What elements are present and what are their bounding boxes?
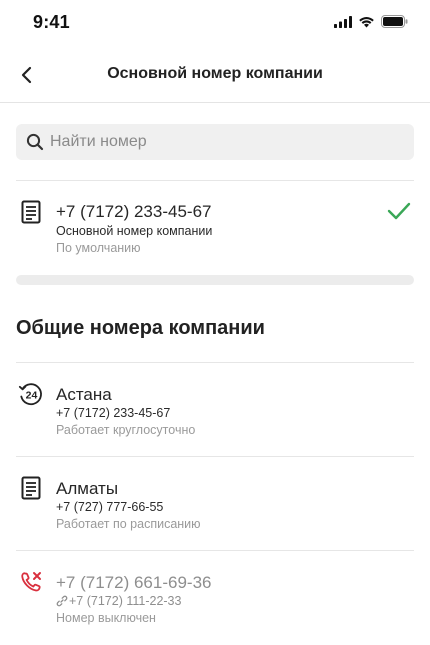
header-divider: [0, 102, 430, 103]
number-status: Работает круглосуточно: [56, 423, 196, 437]
number-row-almaty[interactable]: Алматы +7 (727) 777-66-55 Работает по ра…: [0, 466, 430, 546]
number-status: Номер выключен: [56, 611, 156, 625]
number-name: Алматы: [56, 479, 119, 498]
phone-off-icon: [18, 569, 44, 595]
cellular-signal-icon: [334, 15, 352, 28]
document-icon: [18, 199, 44, 225]
primary-label: Основной номер компании: [56, 224, 213, 238]
document-icon: [18, 475, 44, 501]
24-hours-icon: 24: [18, 381, 44, 407]
number-name: +7 (7172) 661-69-36: [56, 573, 212, 592]
status-time: 9:41: [33, 12, 70, 32]
status-bar: 9:41: [0, 0, 430, 46]
number-phone: +7 (7172) 111-22-33: [69, 594, 182, 608]
section-title: Общие номера компании: [16, 317, 265, 339]
page-title: Основной номер компании: [107, 65, 323, 82]
divider: [16, 456, 414, 457]
search-input[interactable]: [50, 133, 390, 151]
number-phone: +7 (727) 777-66-55: [56, 500, 164, 514]
battery-icon: [381, 15, 408, 28]
primary-phone: +7 (7172) 233-45-67: [56, 202, 212, 221]
search-icon: [26, 133, 44, 151]
divider: [16, 550, 414, 551]
number-phone: +7 (7172) 233-45-67: [56, 406, 171, 420]
search-bar[interactable]: [16, 124, 414, 160]
number-row-astana[interactable]: 24 Астана +7 (7172) 233-45-67 Работает к…: [0, 372, 430, 452]
checkmark-icon: [387, 202, 411, 220]
divider: [16, 362, 414, 363]
section-separator: [16, 275, 414, 285]
wifi-icon: [359, 16, 374, 27]
number-phone-row: +7 (7172) 111-22-33: [56, 594, 181, 608]
number-row-disabled[interactable]: +7 (7172) 661-69-36 +7 (7172) 111-22-33 …: [0, 560, 430, 640]
svg-text:24: 24: [26, 389, 38, 401]
number-name: Астана: [56, 385, 112, 404]
navigation-header: Основной номер компании: [0, 52, 430, 98]
number-status: Работает по расписанию: [56, 517, 201, 531]
link-icon: [56, 595, 68, 607]
divider: [16, 180, 414, 181]
status-icons: [334, 15, 408, 28]
primary-number-row[interactable]: +7 (7172) 233-45-67 Основной номер компа…: [0, 190, 430, 268]
primary-note: По умолчанию: [56, 241, 141, 255]
